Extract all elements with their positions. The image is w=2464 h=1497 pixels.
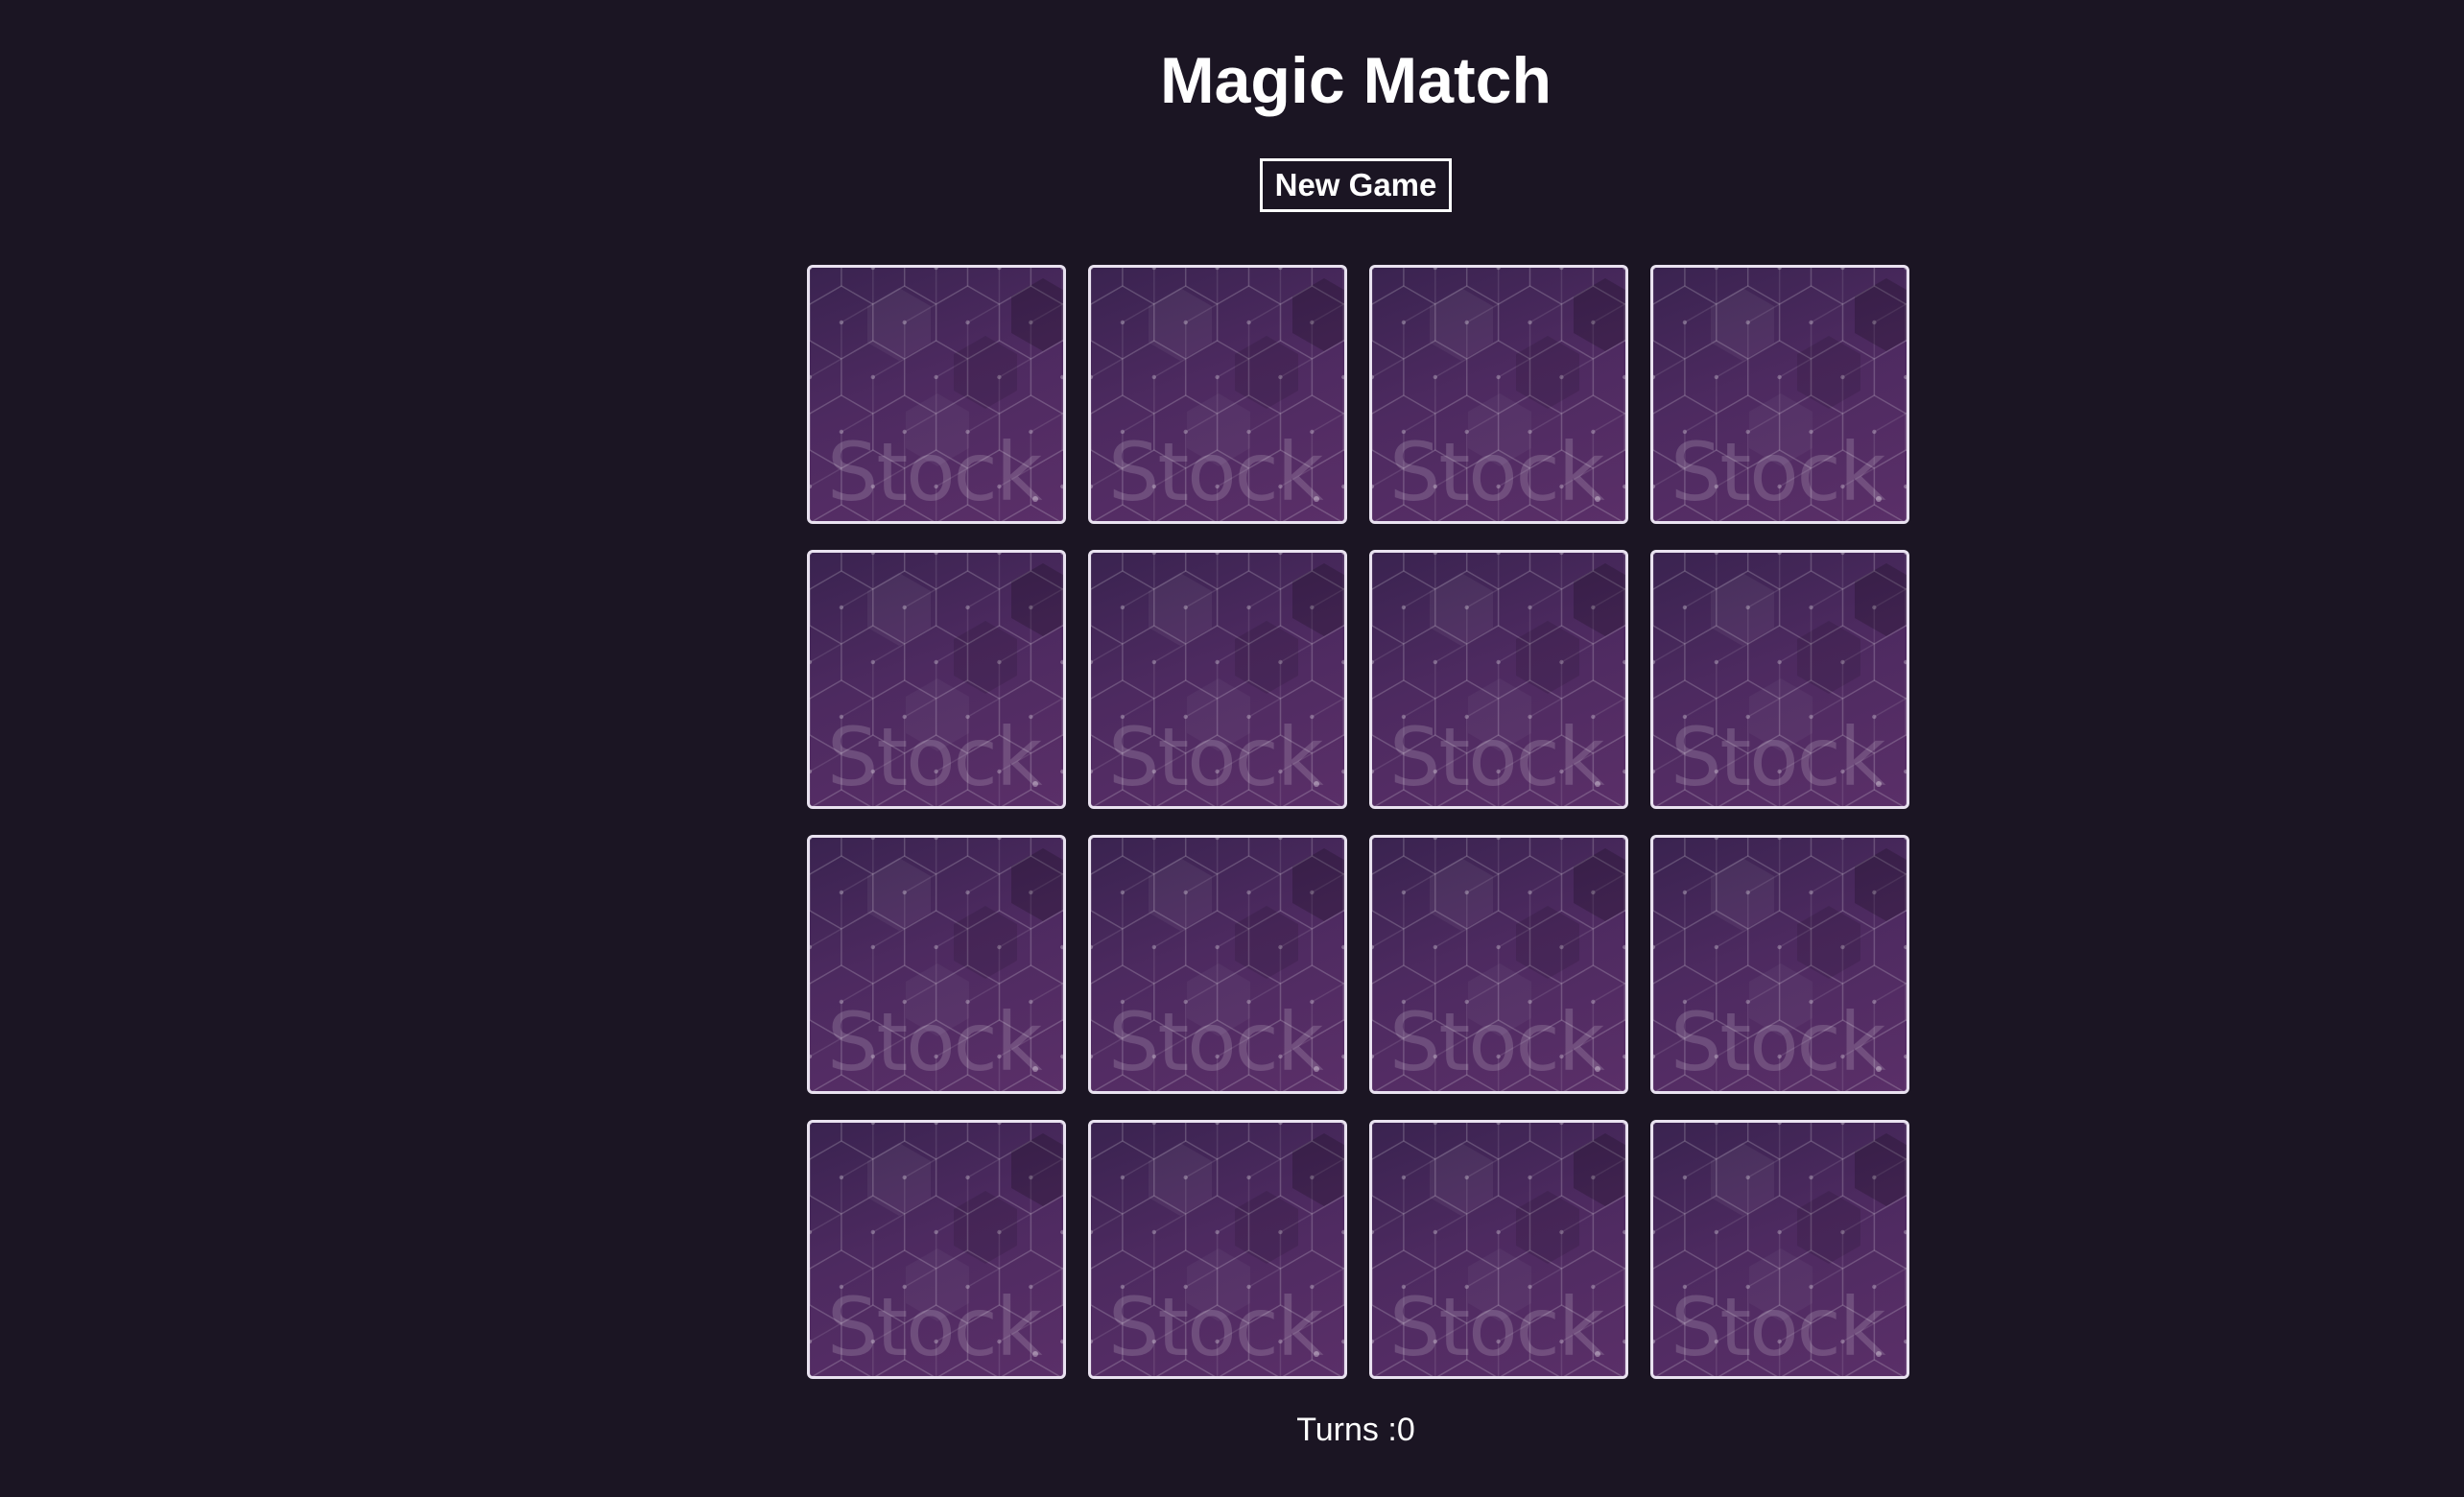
new-game-button[interactable]: New Game	[1260, 158, 1452, 212]
card-watermark: Stock	[827, 1280, 1042, 1374]
card-watermark: Stock	[1108, 995, 1323, 1089]
card-watermark: Stock	[1670, 425, 1885, 519]
card-dot-icon	[1032, 1351, 1038, 1357]
turns-value: 0	[1396, 1412, 1415, 1448]
card-9[interactable]: Stock	[807, 835, 1066, 1094]
card-dot-icon	[1314, 781, 1319, 787]
card-dot-icon	[1032, 496, 1038, 502]
card-watermark: Stock	[1670, 1280, 1885, 1374]
game-title: Magic Match	[1159, 44, 1552, 117]
magic-match-app: Magic Match New Game Stock Stock Stock Stoc…	[0, 0, 2464, 1497]
card-3[interactable]: Stock	[1369, 265, 1628, 524]
card-watermark: Stock	[827, 425, 1042, 519]
card-grid: Stock Stock Stock Stock Stock Stock Stock Stock…	[807, 265, 1910, 1381]
card-dot-icon	[1032, 1066, 1038, 1072]
card-7[interactable]: Stock	[1369, 550, 1628, 809]
card-11[interactable]: Stock	[1369, 835, 1628, 1094]
card-watermark: Stock	[1670, 995, 1885, 1089]
card-dot-icon	[1314, 1066, 1319, 1072]
turns-counter: Turns :0	[0, 1409, 2464, 1451]
turns-label: Turns :	[1296, 1412, 1397, 1448]
card-watermark: Stock	[1108, 710, 1323, 804]
card-dot-icon	[1314, 496, 1319, 502]
card-5[interactable]: Stock	[807, 550, 1066, 809]
card-dot-icon	[1876, 496, 1882, 502]
card-watermark: Stock	[1389, 425, 1604, 519]
card-2[interactable]: Stock	[1088, 265, 1347, 524]
card-dot-icon	[1595, 1066, 1600, 1072]
card-watermark: Stock	[1389, 1280, 1604, 1374]
card-watermark: Stock	[1670, 710, 1885, 804]
card-16[interactable]: Stock	[1650, 1120, 1909, 1379]
card-watermark: Stock	[827, 995, 1042, 1089]
card-13[interactable]: Stock	[807, 1120, 1066, 1379]
card-watermark: Stock	[1389, 995, 1604, 1089]
card-15[interactable]: Stock	[1369, 1120, 1628, 1379]
card-watermark: Stock	[827, 710, 1042, 804]
card-14[interactable]: Stock	[1088, 1120, 1347, 1379]
card-6[interactable]: Stock	[1088, 550, 1347, 809]
card-12[interactable]: Stock	[1650, 835, 1909, 1094]
card-4[interactable]: Stock	[1650, 265, 1909, 524]
card-1[interactable]: Stock	[807, 265, 1066, 524]
card-10[interactable]: Stock	[1088, 835, 1347, 1094]
card-watermark: Stock	[1389, 710, 1604, 804]
card-dot-icon	[1876, 1351, 1882, 1357]
card-dot-icon	[1876, 781, 1882, 787]
card-watermark: Stock	[1108, 425, 1323, 519]
card-dot-icon	[1595, 1351, 1600, 1357]
card-dot-icon	[1595, 496, 1600, 502]
card-watermark: Stock	[1108, 1280, 1323, 1374]
card-dot-icon	[1595, 781, 1600, 787]
card-8[interactable]: Stock	[1650, 550, 1909, 809]
card-dot-icon	[1314, 1351, 1319, 1357]
card-dot-icon	[1876, 1066, 1882, 1072]
card-dot-icon	[1032, 781, 1038, 787]
